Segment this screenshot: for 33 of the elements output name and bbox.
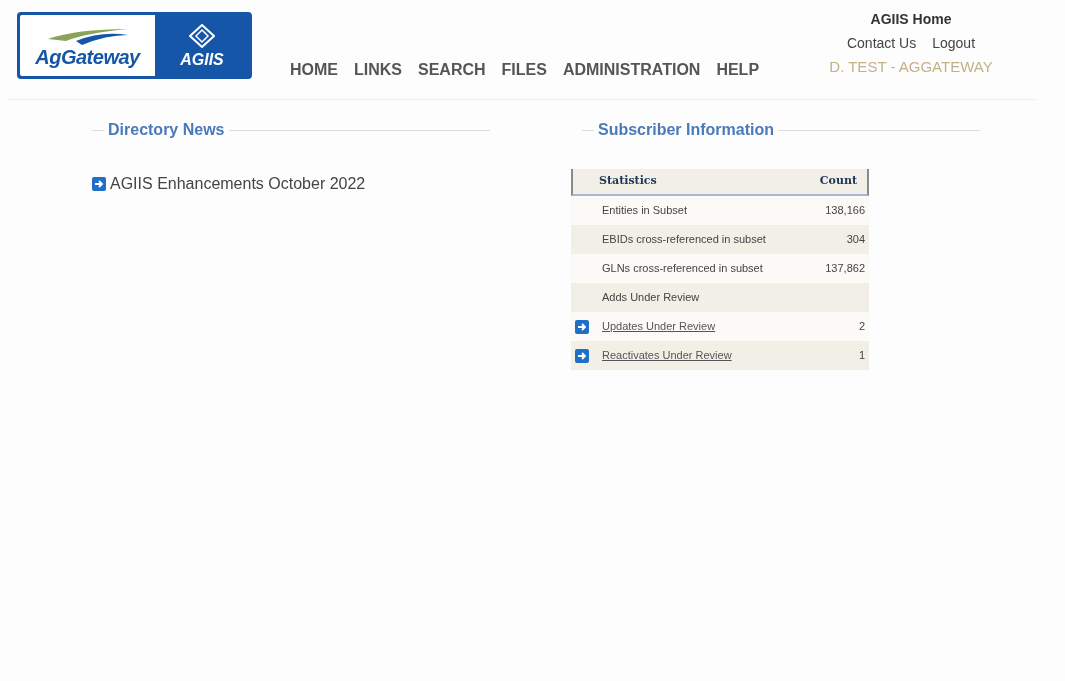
nav-link[interactable]: LINKS [354, 60, 402, 80]
stat-link[interactable]: Updates Under Review [602, 318, 716, 335]
arrow-icon [575, 348, 589, 363]
table-cell: 138,166 [825, 204, 865, 217]
nav-link[interactable]: HOME [290, 60, 338, 80]
table-cell-text: Adds Under Review [602, 290, 700, 306]
logo-text: AGIIS [180, 51, 224, 68]
column-header: Count [819, 173, 858, 190]
stat-link[interactable]: Reactivates Under Review [602, 347, 732, 364]
section-title: Subscriber Information [598, 120, 775, 140]
section-title: Directory News [108, 120, 225, 140]
header-link[interactable]: Logout [932, 34, 976, 52]
logo-text: AgGateway [35, 46, 140, 67]
news-link[interactable]: AGIIS Enhancements October 2022 [110, 172, 366, 196]
nav-link[interactable]: FILES [501, 60, 547, 80]
logo[interactable]: AgGateway AGIIS [17, 12, 252, 79]
table-cell-text: EBIDs cross-referenced in subset [602, 232, 766, 248]
table-cell-text: Entities in Subset [602, 203, 687, 219]
home-link[interactable]: AGIIS Home [870, 10, 952, 28]
table-cell: 137,862 [825, 262, 865, 275]
table-cell: 304 [846, 233, 865, 246]
column-header: Statistics [598, 173, 658, 190]
arrow-icon [575, 319, 589, 334]
nav-link[interactable]: HELP [716, 60, 760, 80]
user-name: D. TEST - AGGATEWAY [829, 58, 993, 76]
diamond-icon [189, 23, 215, 48]
table-cell: 2 [858, 320, 865, 333]
header-link[interactable]: Contact Us [846, 34, 917, 52]
table-cell-text: GLNs cross-referenced in subset [602, 261, 763, 277]
arrow-icon [92, 177, 106, 191]
table-cell: 1 [858, 349, 865, 362]
nav-link[interactable]: SEARCH [418, 60, 486, 80]
nav-link[interactable]: ADMINISTRATION [562, 60, 701, 80]
